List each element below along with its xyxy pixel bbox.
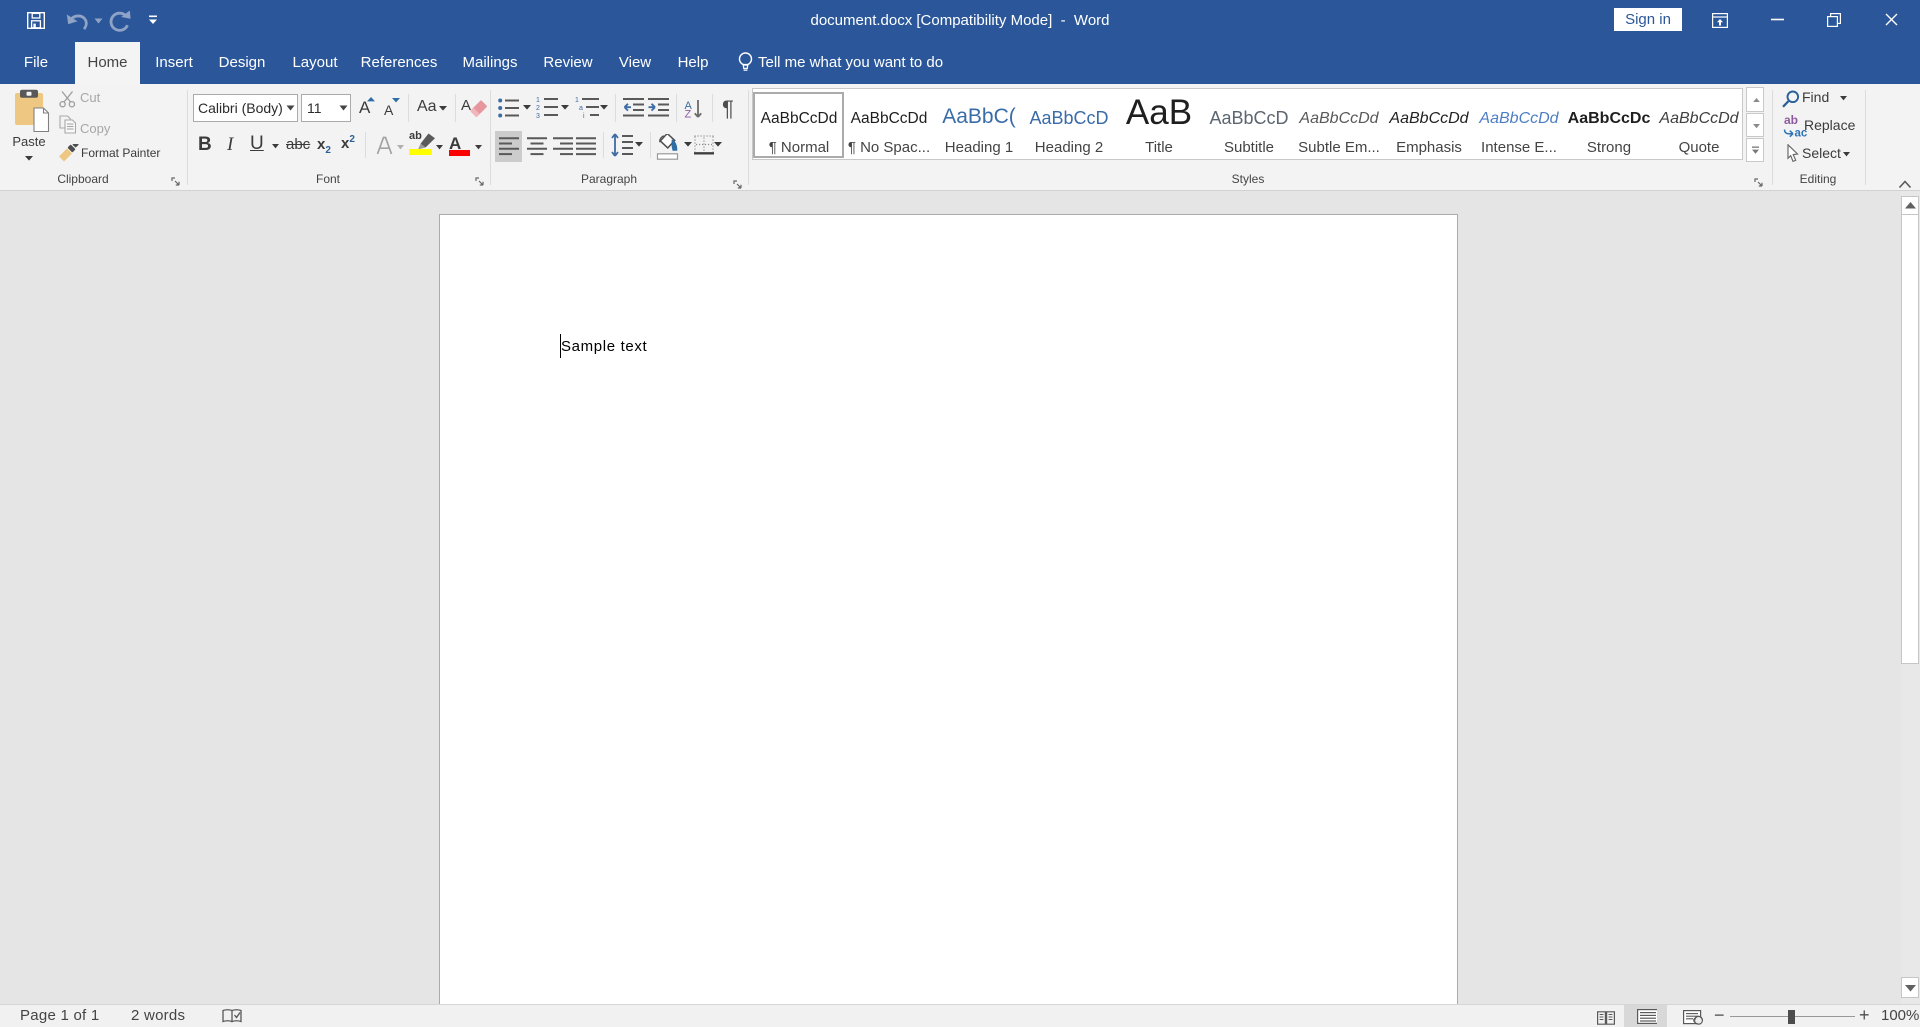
svg-text:1: 1 (575, 97, 579, 104)
svg-text:2: 2 (536, 105, 540, 112)
svg-text:3: 3 (536, 113, 540, 119)
svg-text:Z: Z (685, 109, 692, 121)
svg-text:1: 1 (536, 97, 540, 104)
svg-text:i: i (583, 113, 585, 119)
svg-text:a: a (579, 105, 583, 112)
